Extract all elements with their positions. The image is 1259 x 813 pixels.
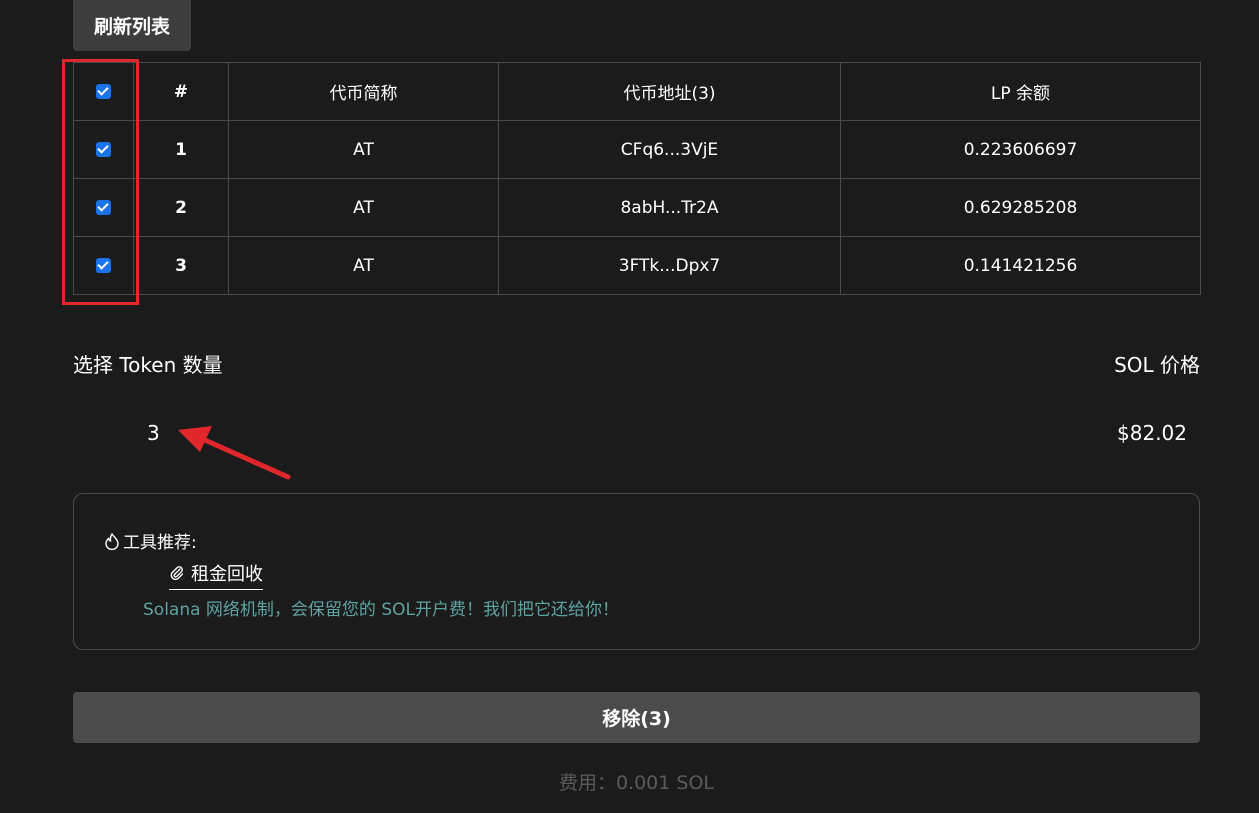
- row-lp-balance: 0.141421256: [840, 236, 1201, 295]
- row-number: 2: [133, 178, 229, 237]
- row-checkbox[interactable]: [96, 200, 111, 215]
- selected-token-count: 3: [147, 421, 160, 445]
- rent-recovery-link[interactable]: 租金回收: [169, 560, 263, 590]
- table-row: 3 AT 3FTk...Dpx7 0.141421256: [73, 236, 1201, 295]
- page-root: 刷新列表 # 代币简称 代币地址(3) LP 余额 1 AT CFq6...3V…: [0, 0, 1259, 813]
- row-address: 8abH...Tr2A: [498, 178, 841, 237]
- row-number: 3: [133, 236, 229, 295]
- sol-price-value: $82.02: [1117, 421, 1187, 445]
- row-symbol: AT: [228, 236, 499, 295]
- tool-recommendation-panel: 工具推荐: 租金回收 Solana 网络机制，会保留您的 SOL开户费！我们把它…: [73, 493, 1200, 650]
- flame-icon: [105, 532, 119, 550]
- paperclip-icon: [170, 566, 184, 581]
- rent-recovery-label: 租金回收: [191, 564, 263, 585]
- row-symbol: AT: [228, 120, 499, 179]
- row-number: 1: [133, 120, 229, 179]
- row-symbol: AT: [228, 178, 499, 237]
- fee-text: 费用：0.001 SOL: [558, 772, 715, 794]
- table-header-row: # 代币简称 代币地址(3) LP 余额: [73, 62, 1201, 121]
- select-all-checkbox[interactable]: [96, 84, 111, 99]
- table-row: 1 AT CFq6...3VjE 0.223606697: [73, 120, 1201, 179]
- token-table: # 代币简称 代币地址(3) LP 余额 1 AT CFq6...3VjE 0.…: [73, 62, 1201, 295]
- row-check-cell: [73, 178, 134, 237]
- select-all-cell: [73, 62, 134, 121]
- annotation-arrow-icon: [178, 426, 291, 480]
- refresh-list-button[interactable]: 刷新列表: [73, 0, 191, 51]
- header-number: #: [133, 62, 229, 121]
- row-lp-balance: 0.223606697: [840, 120, 1201, 179]
- row-check-cell: [73, 120, 134, 179]
- row-checkbox[interactable]: [96, 258, 111, 273]
- row-checkbox[interactable]: [96, 142, 111, 157]
- row-address: CFq6...3VjE: [498, 120, 841, 179]
- row-lp-balance: 0.629285208: [840, 178, 1201, 237]
- row-check-cell: [73, 236, 134, 295]
- tool-description: Solana 网络机制，会保留您的 SOL开户费！我们把它还给你！: [143, 600, 619, 620]
- tool-recommendation-title: 工具推荐:: [103, 528, 197, 553]
- select-token-count-label: 选择 Token 数量: [73, 353, 223, 377]
- remove-button[interactable]: 移除(3): [73, 692, 1200, 743]
- sol-price-label: SOL 价格: [1114, 353, 1200, 377]
- header-symbol: 代币简称: [228, 62, 499, 121]
- header-lp-balance: LP 余额: [840, 62, 1201, 121]
- header-address: 代币地址(3): [498, 62, 841, 121]
- tool-title-text: 工具推荐:: [123, 533, 197, 553]
- row-address: 3FTk...Dpx7: [498, 236, 841, 295]
- table-row: 2 AT 8abH...Tr2A 0.629285208: [73, 178, 1201, 237]
